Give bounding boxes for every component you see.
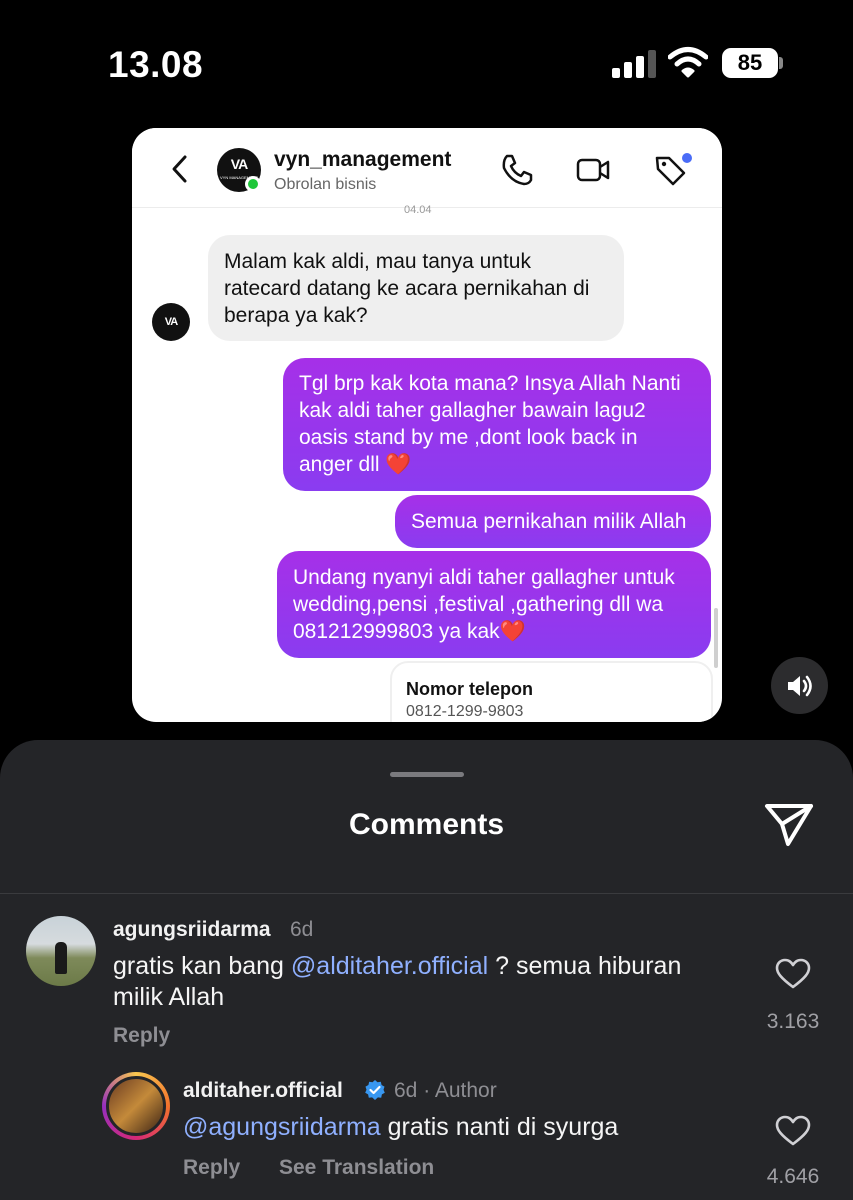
like-count: 4.646 (766, 1165, 820, 1188)
reply-username[interactable]: alditaher.official (183, 1079, 343, 1103)
status-time: 13.08 (108, 44, 204, 85)
avatar-logo: VA (230, 156, 248, 172)
sound-toggle-button[interactable] (771, 657, 828, 714)
online-indicator (245, 176, 261, 192)
like-count: 3.163 (766, 1010, 820, 1033)
author-avatar-story-ring[interactable] (102, 1072, 170, 1140)
sheet-divider (0, 893, 853, 894)
comment-text-part: gratis kan bang (113, 952, 291, 980)
message-bubble-outgoing: Undang nyanyi aldi taher gallagher untuk… (277, 551, 711, 658)
notification-dot (682, 153, 692, 163)
dm-screenshot[interactable]: VA VYN MANAGEMENT vyn_management Obrolan… (132, 128, 722, 722)
signal-icon (612, 50, 656, 78)
back-icon[interactable] (168, 154, 192, 184)
dm-header: VA VYN MANAGEMENT vyn_management Obrolan… (132, 128, 722, 208)
speaker-icon (788, 675, 812, 697)
reply-mention-link[interactable]: @agungsriidarma (183, 1113, 381, 1141)
wifi-icon (668, 47, 708, 78)
reply-button[interactable]: Reply (113, 1024, 170, 1048)
reply-button[interactable]: Reply (183, 1156, 240, 1180)
reply-text: @agungsriidarma gratis nanti di syurga (183, 1113, 618, 1142)
comment-text: gratis kan bang @alditaher.official ? se… (113, 951, 713, 1013)
reply-meta: 6d · Author (394, 1079, 497, 1102)
phone-card-number: 0812-1299-9803 (406, 703, 524, 720)
battery-nub (779, 57, 783, 69)
reply-text-part: gratis nanti di syurga (380, 1113, 619, 1141)
sender-avatar[interactable]: VA (152, 303, 190, 341)
scrollbar[interactable] (714, 608, 718, 668)
battery-icon: 85 (722, 48, 778, 78)
message-bubble-incoming: Malam kak aldi, mau tanya untuk ratecard… (208, 235, 624, 341)
share-send-icon[interactable] (763, 800, 815, 850)
video-call-icon[interactable] (575, 152, 611, 188)
phone-contact-card[interactable]: Nomor telepon 0812-1299-9803 (390, 661, 713, 722)
verified-badge-icon (365, 1080, 385, 1100)
author-avatar (106, 1076, 166, 1136)
dm-contact-subtitle: Obrolan bisnis (274, 176, 377, 193)
sheet-grabber[interactable] (390, 772, 464, 777)
comment-time: 6d (290, 918, 314, 941)
timestamp-fragment: 04.04 (404, 204, 432, 216)
heart-icon[interactable] (775, 1115, 811, 1147)
message-bubble-outgoing: Semua pernikahan milik Allah (395, 495, 711, 548)
dm-contact-name[interactable]: vyn_management (274, 148, 451, 172)
comment-mention-link[interactable]: @alditaher.official (291, 952, 488, 980)
commenter-avatar[interactable] (26, 916, 96, 986)
comment-username[interactable]: agungsriidarma (113, 918, 271, 942)
heart-icon[interactable] (775, 958, 811, 990)
message-bubble-outgoing: Tgl brp kak kota mana? Insya Allah Nanti… (283, 358, 711, 491)
comments-title: Comments (348, 808, 505, 841)
phone-card-label: Nomor telepon (406, 679, 534, 699)
avatar-figure (55, 942, 67, 974)
see-translation-button[interactable]: See Translation (279, 1156, 434, 1180)
phone-icon[interactable] (499, 152, 535, 188)
